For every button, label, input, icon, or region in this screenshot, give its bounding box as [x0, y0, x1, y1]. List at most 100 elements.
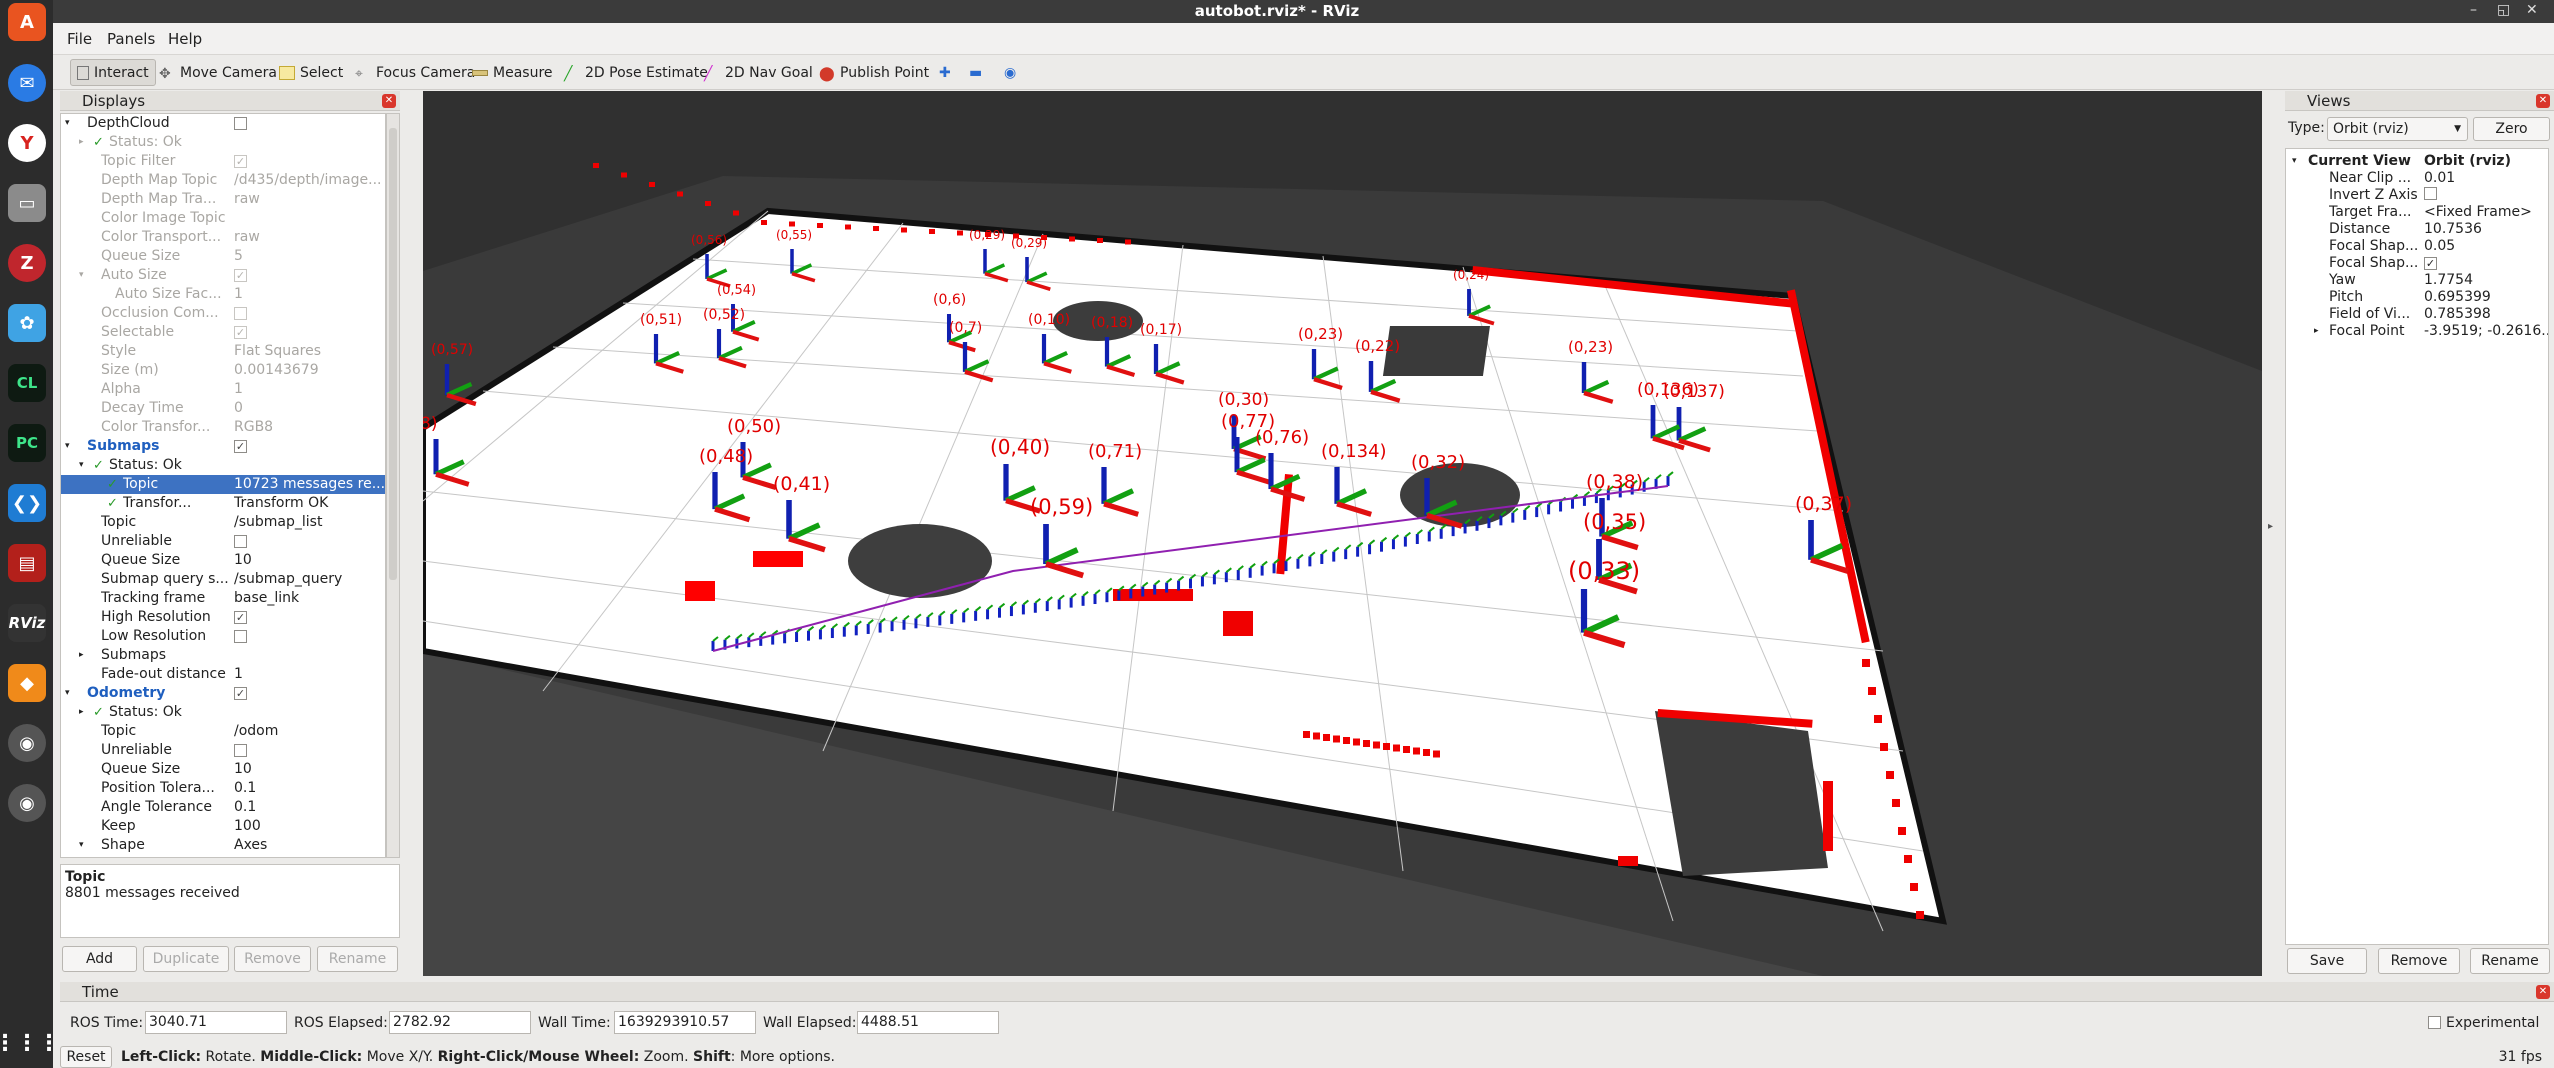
display-tree-row[interactable]: ▸ Submaps: [61, 646, 385, 665]
display-tree-row[interactable]: ▾ ✓ Status: Ok: [61, 456, 385, 475]
views-save-button[interactable]: Save: [2287, 948, 2367, 974]
move-camera-tool-button[interactable]: ✥ Move Camera: [153, 59, 283, 86]
displays-tree[interactable]: ▾ DepthCloud ▸ ✓ Status: Ok Topic Filter ✓ Dept…: [60, 113, 386, 858]
close-icon[interactable]: ✕: [382, 94, 396, 108]
expand-arrow-icon[interactable]: ▾: [2292, 153, 2297, 170]
expand-arrow-icon[interactable]: ▾: [79, 266, 84, 285]
ros-time-field[interactable]: 3040.71: [145, 1011, 287, 1034]
view-property-value[interactable]: 1.7754: [2424, 272, 2548, 289]
property-value[interactable]: /submap_query: [234, 570, 384, 589]
nav-goal-tool-button[interactable]: ╱ 2D Nav Goal: [698, 59, 819, 86]
property-value[interactable]: 10723 messages re...: [234, 475, 384, 494]
view-property-value[interactable]: 0.785398: [2424, 306, 2548, 323]
property-checkbox[interactable]: [234, 307, 247, 320]
tool-properties-icon[interactable]: ◉: [998, 59, 1022, 86]
view-property-row[interactable]: Focal Shap... 0.05: [2286, 238, 2550, 255]
collapse-arrow-icon[interactable]: ▸: [2314, 323, 2319, 340]
display-tree-row[interactable]: ▾ Odometry ✓: [61, 684, 385, 703]
remove-tool-icon[interactable]: ▬: [963, 59, 988, 86]
property-checkbox[interactable]: ✓: [234, 440, 247, 453]
property-value[interactable]: 5: [234, 247, 384, 266]
view-property-row[interactable]: Focal Shap... ✓: [2286, 255, 2550, 272]
menu-file[interactable]: File: [67, 30, 92, 48]
display-tree-row[interactable]: Style Flat Squares: [61, 342, 385, 361]
view-property-value[interactable]: -3.9519; -0.2616...: [2424, 323, 2548, 340]
view-property-value[interactable]: <Fixed Frame>: [2424, 204, 2548, 221]
display-tree-row[interactable]: Topic Filter ✓: [61, 152, 385, 171]
expand-arrow-icon[interactable]: ▾: [79, 456, 84, 475]
property-checkbox[interactable]: ✓: [234, 611, 247, 624]
display-tree-row[interactable]: Topic/submap_list: [61, 513, 385, 532]
display-tree-row[interactable]: Color Transport... raw: [61, 228, 385, 247]
duplicate-button[interactable]: Duplicate: [143, 946, 229, 972]
display-tree-row[interactable]: Size (m) 0.00143679: [61, 361, 385, 380]
zotero-icon[interactable]: Z: [8, 244, 46, 282]
display-tree-row[interactable]: ▾ Shape Axes: [61, 836, 385, 855]
reset-button[interactable]: Reset: [60, 1046, 112, 1068]
view-property-row[interactable]: Distance 10.7536: [2286, 221, 2550, 238]
select-tool-button[interactable]: Select: [273, 59, 349, 86]
yandex-browser-icon[interactable]: Y: [8, 124, 46, 162]
display-tree-row[interactable]: Keep 100: [61, 817, 385, 836]
workspace-icon[interactable]: ◆: [8, 664, 46, 702]
view-property-row[interactable]: Target Fra... <Fixed Frame>: [2286, 204, 2550, 221]
wall-time-field[interactable]: 1639293910.57: [614, 1011, 756, 1034]
pycharm-icon[interactable]: PC: [8, 424, 46, 462]
view-property-row[interactable]: Pitch 0.695399: [2286, 289, 2550, 306]
view-property-checkbox[interactable]: ✓: [2424, 255, 2548, 272]
property-checkbox[interactable]: ✓: [234, 155, 247, 168]
property-value[interactable]: 100: [234, 817, 384, 836]
clion-icon[interactable]: CL: [8, 364, 46, 402]
property-value[interactable]: 1: [234, 380, 384, 399]
scrollbar-thumb[interactable]: [389, 128, 397, 580]
property-checkbox[interactable]: [234, 630, 247, 643]
display-tree-row[interactable]: Depth Map Tra... raw: [61, 190, 385, 209]
rename-button[interactable]: Rename: [317, 946, 398, 972]
display-tree-row[interactable]: ✓ Topic 10723 messages re...: [61, 475, 385, 494]
view-property-row[interactable]: Near Clip ... 0.01: [2286, 170, 2550, 187]
wall-elapsed-field[interactable]: 4488.51: [857, 1011, 999, 1034]
display-tree-row[interactable]: Angle Tolerance 0.1: [61, 798, 385, 817]
display-tree-row[interactable]: Unreliable: [61, 532, 385, 551]
maximize-icon[interactable]: ◱: [2497, 2, 2510, 18]
files-icon[interactable]: ▭: [8, 184, 46, 222]
experimental-checkbox[interactable]: [2428, 1016, 2441, 1029]
display-tree-row[interactable]: Alpha 1: [61, 380, 385, 399]
property-checkbox[interactable]: ✓: [234, 687, 247, 700]
vscode-icon[interactable]: ❮❯: [8, 484, 46, 522]
measure-tool-button[interactable]: Measure: [466, 59, 559, 86]
display-tree-row[interactable]: High Resolution ✓: [61, 608, 385, 627]
view-property-row[interactable]: ▸ Focal Point -3.9519; -0.2616...: [2286, 323, 2550, 340]
display-tree-row[interactable]: ▾ Auto Size ✓: [61, 266, 385, 285]
view-property-row[interactable]: Invert Z Axis: [2286, 187, 2550, 204]
displays-scrollbar[interactable]: [386, 113, 400, 858]
ros-elapsed-field[interactable]: 2782.92: [389, 1011, 531, 1034]
close-icon[interactable]: ✕: [2526, 2, 2538, 18]
publish-point-tool-button[interactable]: ⬤ Publish Point: [813, 59, 935, 86]
view-property-value[interactable]: 0.05: [2424, 238, 2548, 255]
scene-svg[interactable]: (0,56) (0,55) (0,29) (0,29) (0,24) (0,54) (0,5…: [423, 91, 2262, 976]
zero-button[interactable]: Zero: [2473, 117, 2550, 141]
view-property-row[interactable]: Yaw 1.7754: [2286, 272, 2550, 289]
expand-arrow-icon[interactable]: ▾: [65, 684, 70, 703]
display-tree-row[interactable]: Selectable ✓: [61, 323, 385, 342]
expand-arrow-icon[interactable]: ▾: [65, 437, 70, 456]
collapse-arrow-icon[interactable]: ▸: [79, 646, 84, 665]
property-value[interactable]: /submap_list: [234, 513, 384, 532]
collapse-arrow-icon[interactable]: ▸: [2268, 521, 2273, 532]
panel-splitter[interactable]: ▸: [2262, 91, 2282, 976]
display-tree-row[interactable]: Topic/odom: [61, 722, 385, 741]
property-value[interactable]: RGB8: [234, 418, 384, 437]
disk-icon[interactable]: ◉: [8, 724, 46, 762]
collapse-arrow-icon[interactable]: ▸: [79, 133, 84, 152]
close-icon[interactable]: ✕: [2536, 985, 2550, 999]
property-value[interactable]: Flat Squares: [234, 342, 384, 361]
views-tree[interactable]: ▾ Current View Orbit (rviz) Near Clip ... 0.…: [2285, 148, 2549, 945]
rviz-icon[interactable]: RViz: [8, 604, 46, 642]
display-tree-row[interactable]: Auto Size Fac... 1: [61, 285, 385, 304]
property-value[interactable]: raw: [234, 228, 384, 247]
collapse-arrow-icon[interactable]: ▸: [79, 703, 84, 722]
interact-tool-button[interactable]: Interact: [70, 59, 156, 86]
property-value[interactable]: Transform OK: [234, 494, 384, 513]
property-value[interactable]: 0.00143679: [234, 361, 384, 380]
